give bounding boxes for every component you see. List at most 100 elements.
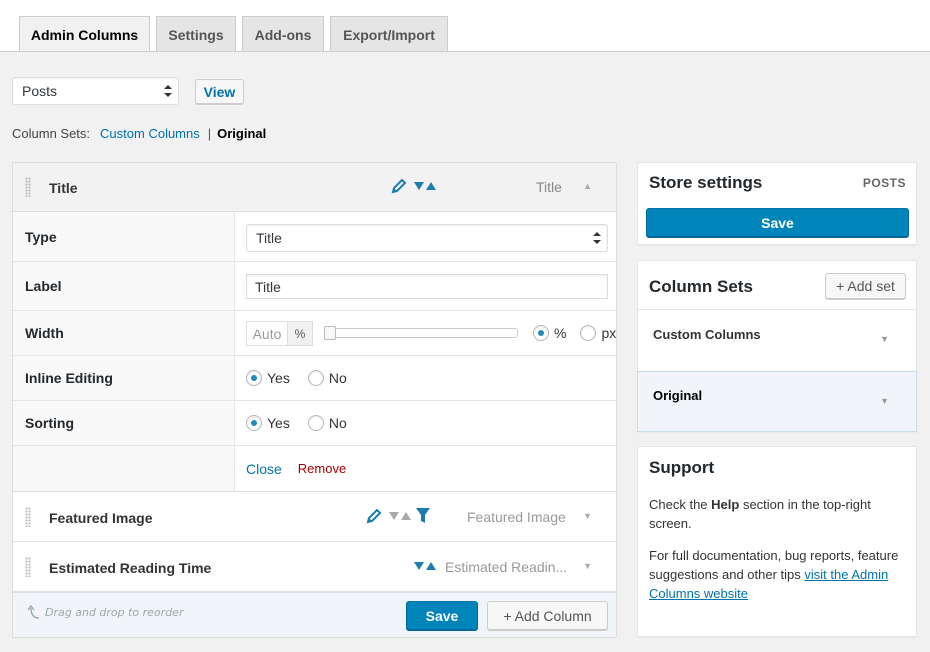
setting-field-actions: Close Remove [236,446,616,491]
sort-icon[interactable] [414,561,436,571]
save-button[interactable]: Save [406,601,478,630]
column-set-name: Original [653,388,703,403]
select-arrows-icon [593,232,601,244]
column-type-label: Featured Image [467,509,566,525]
support-docs-text: For full documentation, bug reports, fea… [649,546,909,603]
sorting-yes-radio[interactable] [246,415,262,431]
close-link[interactable]: Close [246,461,282,477]
expand-toggle-icon[interactable]: ▼ [583,561,592,571]
pencil-icon[interactable] [365,507,383,525]
setting-field-label: Title [236,262,616,310]
sort-icon[interactable] [389,511,411,521]
setting-field-sorting: Yes No [236,401,616,445]
tab-add-ons[interactable]: Add-ons [242,16,324,52]
remove-link[interactable]: Remove [298,461,346,476]
expand-toggle-icon[interactable]: ▼ [880,396,889,406]
columns-footer: Drag and drop to reorder Save + Add Colu… [13,592,616,637]
store-settings-box: Store settings POSTS Save [637,162,917,245]
drag-handle-icon[interactable] [25,506,31,527]
column-sets-label: Column Sets: [12,126,91,141]
width-slider-handle[interactable] [324,326,336,340]
column-header-title[interactable]: Title Title ▲ [13,163,616,212]
columns-panel: Title Title ▲ Type Title Label Title Wid… [12,162,617,638]
drag-hint-text: Drag and drop to reorder [45,605,184,619]
width-percent-label: % [554,325,567,341]
post-type-select-value: Posts [22,83,58,99]
column-set-link-custom[interactable]: Custom Columns [100,126,200,141]
column-sets-title: Column Sets [649,277,753,296]
add-set-button[interactable]: + Add set [825,273,906,299]
setting-field-type: Title [236,212,616,261]
column-title: Title [49,180,78,196]
setting-field-width: Auto % % px [236,311,616,355]
drag-handle-icon[interactable] [25,556,31,577]
setting-label-label: Label [13,262,235,310]
column-type-label: Title [536,179,562,195]
drag-handle-icon[interactable] [25,177,31,197]
column-header-estimated-reading-time[interactable]: Estimated Reading Time Estimated Readin.… [13,542,616,592]
sorting-yes-label: Yes [267,415,290,431]
inline-editing-no-label: No [328,370,347,386]
width-unit-label: % [287,322,312,345]
store-settings-post-type: POSTS [862,176,906,190]
tab-export-import[interactable]: Export/Import [330,16,448,52]
column-sets-separator: | [207,126,212,141]
collapse-toggle-icon[interactable]: ▲ [583,181,592,191]
column-type-label: Estimated Readin... [445,559,568,575]
nav-tabs: Admin Columns Settings Add-ons Export/Im… [0,0,930,53]
post-type-select[interactable]: Posts [12,77,179,105]
setting-label-inline-editing: Inline Editing [13,356,235,400]
setting-label-empty [13,446,235,491]
support-box: Support Check the Help section in the to… [637,446,917,637]
expand-toggle-icon[interactable]: ▼ [880,334,889,344]
column-title: Featured Image [49,510,153,526]
width-unit-radios: % px [533,325,628,341]
setting-row-inline-editing: Inline Editing Yes No [13,356,616,401]
setting-row-width: Width Auto % % px [13,311,616,356]
width-input-group: Auto % [246,321,313,346]
setting-label-type: Type [13,212,235,261]
store-settings-title: Store settings [649,173,763,192]
sorting-no-radio[interactable] [307,415,324,431]
expand-toggle-icon[interactable]: ▼ [583,511,592,521]
setting-field-inline-editing: Yes No [236,356,616,400]
support-title: Support [649,458,715,477]
setting-row-label: Label Title [13,262,616,311]
column-type-select-value: Title [256,230,282,246]
sort-icon[interactable] [414,181,436,191]
column-label-input[interactable]: Title [246,274,608,299]
support-help-text: Check the Help section in the top-right … [649,495,909,533]
width-percent-radio[interactable] [533,325,549,341]
tab-admin-columns[interactable]: Admin Columns [19,16,150,53]
width-px-label: px [601,325,617,341]
inline-editing-yes-radio[interactable] [246,370,262,386]
setting-label-width: Width [13,311,235,355]
column-set-item-custom-columns[interactable]: Custom Columns ▼ [638,309,916,369]
filter-icon[interactable] [416,508,430,524]
column-label-input-value: Title [255,278,281,295]
sorting-radios: Yes No [246,415,359,431]
column-type-select[interactable]: Title [246,224,608,252]
tab-settings[interactable]: Settings [156,16,236,52]
column-set-name: Custom Columns [653,327,761,342]
column-set-item-original[interactable]: Original ▼ [637,371,917,432]
add-column-button[interactable]: + Add Column [487,601,608,630]
pencil-icon[interactable] [390,177,408,195]
select-arrows-icon [164,85,172,97]
setting-row-actions: Close Remove [13,446,616,492]
width-slider[interactable] [324,326,518,340]
support-help-bold: Help [711,497,740,512]
column-sets-box: Column Sets + Add set Custom Columns ▼ O… [637,260,917,432]
view-button[interactable]: View [195,79,244,104]
column-header-featured-image[interactable]: Featured Image Featured Image ▼ [13,492,616,542]
inline-editing-no-radio[interactable] [307,370,324,386]
inline-editing-yes-label: Yes [267,370,290,386]
width-auto-input[interactable]: Auto [247,322,287,345]
curved-arrow-icon [27,605,40,619]
width-px-radio[interactable] [580,325,597,341]
store-save-button[interactable]: Save [646,208,909,237]
setting-label-sorting: Sorting [13,401,235,445]
column-set-current: Original [217,126,267,141]
drag-hint: Drag and drop to reorder [27,605,183,619]
column-sets-switcher: Column Sets: Custom Columns | Original [12,126,266,141]
